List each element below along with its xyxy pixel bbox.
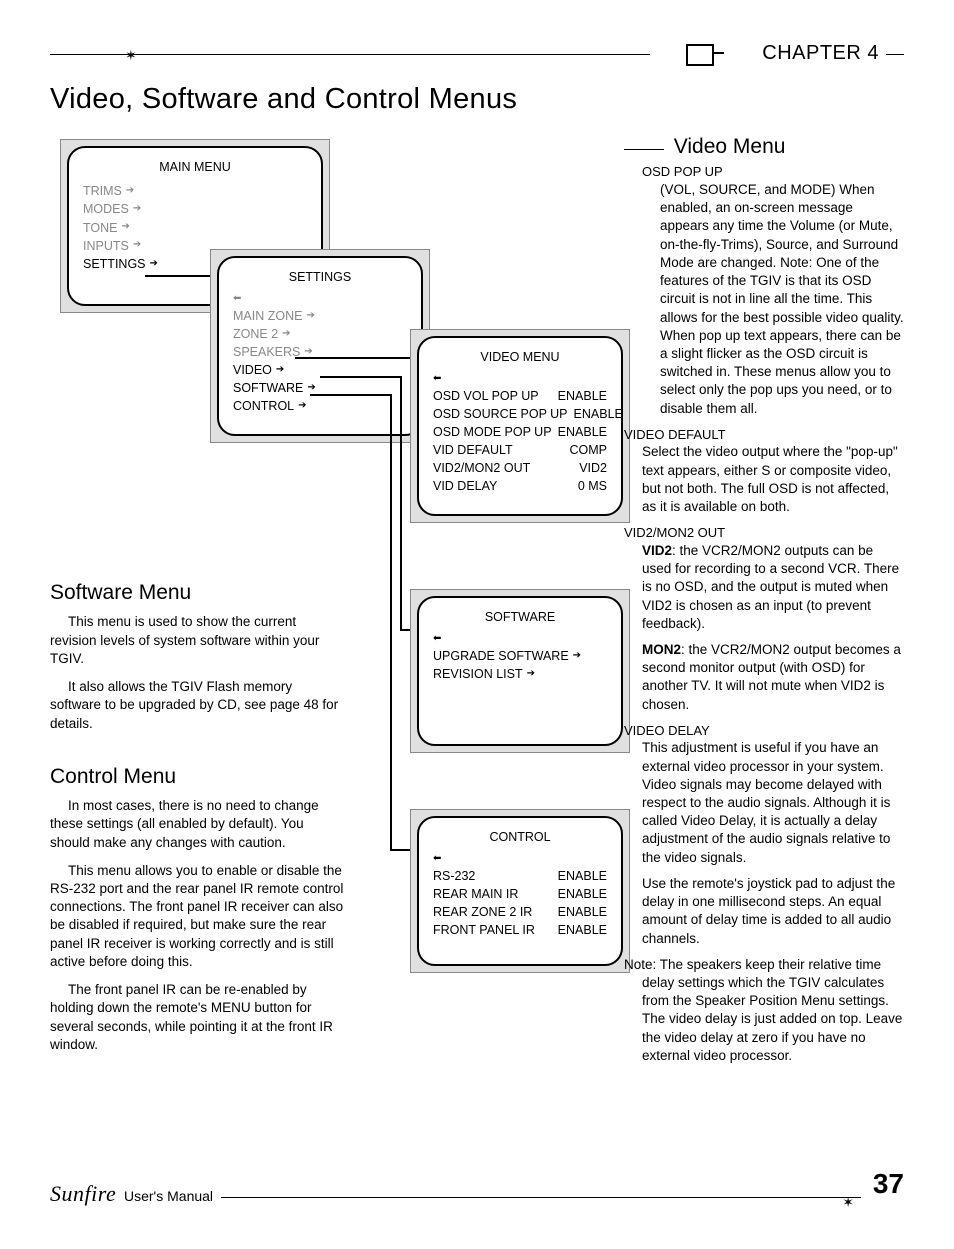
note: Note: The speakers keep their relative t…	[624, 956, 904, 1065]
desc-vid2b: MON2: the VCR2/MON2 output becomes a sec…	[642, 641, 904, 714]
control-row: RS-232ENABLE	[433, 867, 607, 885]
right-column: Video Menu OSD POP UP (VOL, SOURCE, and …	[624, 129, 904, 1073]
video-row: OSD VOL POP UPENABLE	[433, 387, 607, 405]
header-rule: ✶ CHAPTER 4	[50, 40, 904, 70]
left-column: Software Menu This menu is used to show …	[50, 129, 345, 1064]
control-row: REAR MAIN IRENABLE	[433, 885, 607, 903]
video-menu-heading: Video Menu	[674, 135, 786, 158]
video-menu-title: VIDEO MENU	[433, 348, 607, 366]
crop-mark-star-icon: ✶	[125, 46, 137, 65]
desc-delay2: Use the remote's joystick pad to adjust …	[642, 875, 904, 948]
brand-logo: Sunfire	[50, 1181, 116, 1206]
video-row: VID DEFAULTCOMP	[433, 441, 607, 459]
desc-delay1: This adjustment is useful if you have an…	[642, 739, 904, 867]
video-menu-screen: VIDEO MENU ⬅ OSD VOL POP UPENABLE OSD SO…	[410, 329, 630, 522]
desc-osd: (VOL, SOURCE, and MODE) When enabled, an…	[660, 181, 904, 418]
control-menu-heading: Control Menu	[50, 763, 345, 791]
page-number: 37	[873, 1165, 904, 1203]
arrow-right-icon: ➔	[573, 649, 581, 664]
footer: Sunfire User's Manual ✶ 37	[50, 1179, 904, 1219]
chapter-box-icon	[686, 44, 714, 66]
software-row: REVISION LIST➔	[433, 665, 607, 683]
control-row: REAR ZONE 2 IRENABLE	[433, 903, 607, 921]
term-delay: VIDEO DELAY	[624, 722, 904, 740]
video-row: VID DELAY0 MS	[433, 477, 607, 495]
control-screen: CONTROL ⬅ RS-232ENABLE REAR MAIN IRENABL…	[410, 809, 630, 973]
software-p1: This menu is used to show the current re…	[50, 613, 345, 668]
software-row: UPGRADE SOFTWARE➔	[433, 647, 607, 665]
control-p1: In most cases, there is no need to chang…	[50, 797, 345, 852]
software-screen-title: SOFTWARE	[433, 608, 607, 626]
term-osd: OSD POP UP	[642, 163, 904, 181]
control-screen-title: CONTROL	[433, 828, 607, 846]
software-screen: SOFTWARE ⬅ UPGRADE SOFTWARE➔ REVISION LI…	[410, 589, 630, 753]
software-menu-heading: Software Menu	[50, 579, 345, 607]
crop-mark-star-icon: ✶	[842, 1193, 854, 1212]
control-p3: The front panel IR can be re-enabled by …	[50, 981, 345, 1054]
arrow-right-icon: ➔	[527, 667, 535, 682]
desc-viddef: Select the video output where the "pop-u…	[642, 443, 904, 516]
chapter-label: CHAPTER 4	[762, 40, 879, 67]
control-row: FRONT PANEL IRENABLE	[433, 921, 607, 939]
page-title: Video, Software and Control Menus	[50, 80, 904, 119]
term-vid2: VID2/MON2 OUT	[624, 524, 904, 542]
desc-vid2a: VID2: the VCR2/MON2 outputs can be used …	[642, 542, 904, 633]
video-row: VID2/MON2 OUTVID2	[433, 459, 607, 477]
software-p2: It also allows the TGIV Flash memory sof…	[50, 678, 345, 733]
video-row: OSD MODE POP UPENABLE	[433, 423, 607, 441]
term-viddef: VIDEO DEFAULT	[624, 426, 904, 444]
control-p2: This menu allows you to enable or disabl…	[50, 862, 345, 971]
video-row: OSD SOURCE POP UPENABLE	[433, 405, 607, 423]
footer-label: User's Manual	[124, 1188, 213, 1204]
